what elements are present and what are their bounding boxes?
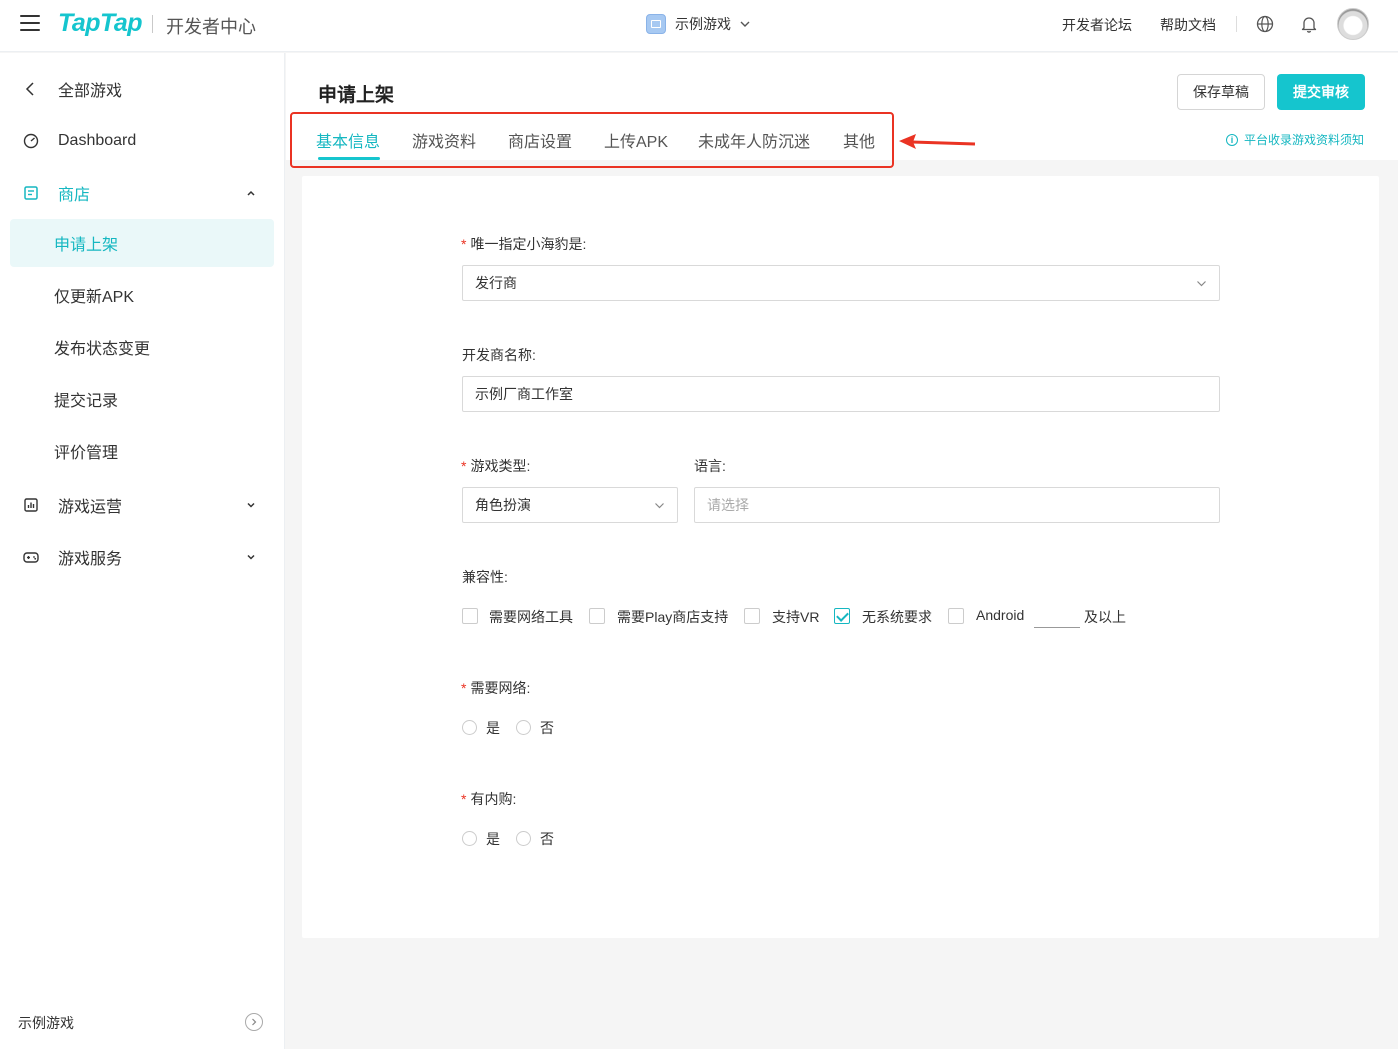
seal-field-label: * 唯一指定小海豹是:: [461, 236, 587, 252]
store-icon: [24, 186, 38, 200]
language-select-placeholder: 请选择: [707, 497, 749, 513]
checkbox-label: Android: [976, 607, 1025, 623]
logo-divider: [152, 15, 153, 33]
tab-upload-apk[interactable]: 上传APK: [604, 128, 668, 152]
sidebar-item-dashboard[interactable]: Dashboard: [0, 117, 285, 165]
radio-network-no[interactable]: [516, 720, 531, 735]
seal-select-value: 发行商: [475, 275, 517, 291]
sidebar-subitem-label: 评价管理: [54, 445, 119, 462]
genre-select[interactable]: 角色扮演: [462, 487, 678, 523]
sidebar-subitem-reviews[interactable]: 评价管理: [10, 427, 274, 475]
radio-label: 是: [486, 720, 500, 736]
sidebar-subitem-label: 申请上架: [54, 237, 119, 254]
iap-field-label: * 有内购:: [461, 791, 517, 807]
sidebar-subitem-submissions[interactable]: 提交记录: [10, 375, 274, 423]
developer-name-field[interactable]: 示例厂商工作室: [462, 376, 1220, 412]
sidebar-item-label: 全部游戏: [58, 83, 123, 100]
bell-icon[interactable]: [1299, 14, 1319, 34]
radio-label: 是: [486, 831, 500, 847]
sidebar-item-label: 游戏运营: [58, 499, 123, 516]
avatar[interactable]: [1337, 8, 1369, 40]
sidebar-item-all-games[interactable]: 全部游戏: [0, 65, 285, 113]
sidebar-footer-game: 示例游戏: [18, 1015, 74, 1031]
info-icon: i: [1226, 133, 1238, 146]
android-version-suffix: 及以上: [1084, 609, 1126, 625]
language-field-label: 语言:: [694, 458, 726, 474]
menu-icon[interactable]: [20, 15, 40, 35]
gauge-icon: [23, 133, 39, 149]
sidebar-subitem-apply-listing[interactable]: 申请上架: [10, 219, 274, 267]
chevron-down-icon: [247, 554, 255, 560]
checkbox-label: 无系统要求: [862, 609, 932, 625]
sidebar-subitem-update-apk[interactable]: 仅更新APK: [10, 271, 274, 319]
tab-anti-addiction[interactable]: 未成年人防沉迷: [698, 128, 810, 152]
sidebar-subitem-label: 仅更新APK: [54, 289, 135, 306]
top-header: TapTap 开发者中心 示例游戏 开发者论坛 帮助文档: [0, 0, 1398, 52]
checkbox-android[interactable]: [948, 608, 964, 624]
game-icon: [646, 14, 666, 34]
chevron-down-icon: [247, 502, 255, 508]
taptap-logo[interactable]: TapTap: [58, 9, 143, 38]
chevron-down-icon: [740, 21, 750, 27]
developer-center-title: 开发者中心: [166, 17, 256, 37]
network-field-label: * 需要网络:: [461, 680, 531, 696]
active-tab-indicator: [318, 157, 380, 160]
sidebar-item-label: 商店: [58, 187, 91, 204]
chevron-up-icon: [247, 190, 255, 196]
sidebar-item-label: Dashboard: [58, 132, 137, 149]
checkbox-label: 需要Play商店支持: [617, 609, 729, 625]
checkbox-network-tool[interactable]: [462, 608, 478, 624]
bar-chart-icon: [24, 498, 38, 512]
checkbox-label: 支持VR: [772, 609, 820, 625]
language-select[interactable]: 请选择: [694, 487, 1220, 523]
radio-iap-yes[interactable]: [462, 831, 477, 846]
tab-basic-info[interactable]: 基本信息: [316, 128, 380, 152]
checkbox-play-store[interactable]: [589, 608, 605, 624]
radio-label: 否: [540, 831, 554, 847]
developer-name-value: 示例厂商工作室: [475, 386, 573, 402]
checkbox-vr[interactable]: [744, 608, 760, 624]
red-arrow-annotation: [899, 134, 976, 149]
chevron-down-icon: [1197, 281, 1206, 287]
sidebar-subitem-release-status[interactable]: 发布状态变更: [10, 323, 274, 371]
compatibility-label: 兼容性:: [462, 569, 508, 585]
radio-label: 否: [540, 720, 554, 736]
sidebar-subitem-label: 发布状态变更: [54, 341, 151, 358]
submit-review-button[interactable]: 提交审核: [1277, 74, 1365, 110]
game-switcher[interactable]: 示例游戏: [646, 13, 751, 35]
checkbox-no-system-requirement[interactable]: [834, 608, 850, 624]
genre-select-value: 角色扮演: [475, 497, 531, 513]
page-title: 申请上架: [318, 85, 395, 106]
tab-store-settings[interactable]: 商店设置: [508, 128, 572, 152]
header-divider: [1236, 16, 1237, 32]
gamepad-icon: [23, 552, 39, 563]
chevron-down-icon: [655, 503, 664, 509]
developer-name-label: 开发商名称:: [462, 347, 536, 363]
game-switcher-label: 示例游戏: [675, 16, 731, 32]
genre-field-label: * 游戏类型:: [461, 458, 531, 474]
developer-forum-link[interactable]: 开发者论坛: [1062, 15, 1132, 35]
sidebar-item-store[interactable]: 商店: [0, 169, 285, 217]
sidebar-item-game-services[interactable]: 游戏服务: [0, 533, 285, 581]
chevron-right-icon[interactable]: [245, 1013, 263, 1031]
sidebar-subitem-label: 提交记录: [54, 393, 119, 410]
android-version-input[interactable]: [1034, 627, 1080, 628]
sidebar: 全部游戏 Dashboard 商店 申请上架 仅更新APK 发布状态变更 提交记…: [0, 53, 285, 1049]
save-draft-button[interactable]: 保存草稿: [1177, 74, 1265, 110]
tab-other[interactable]: 其他: [843, 128, 875, 152]
tab-game-info[interactable]: 游戏资料: [412, 128, 476, 152]
radio-iap-no[interactable]: [516, 831, 531, 846]
seal-select[interactable]: 发行商: [462, 265, 1220, 301]
radio-network-yes[interactable]: [462, 720, 477, 735]
sidebar-item-game-ops[interactable]: 游戏运营: [0, 481, 285, 529]
help-docs-link[interactable]: 帮助文档: [1160, 15, 1216, 35]
listing-notice-label: 平台收录游戏资料须知: [1244, 133, 1365, 147]
sidebar-item-label: 游戏服务: [58, 551, 123, 568]
globe-icon[interactable]: [1255, 14, 1275, 34]
checkbox-label: 需要网络工具: [489, 609, 573, 625]
chevron-left-icon: [25, 82, 34, 96]
listing-notice-link[interactable]: i 平台收录游戏资料须知: [1226, 131, 1364, 148]
